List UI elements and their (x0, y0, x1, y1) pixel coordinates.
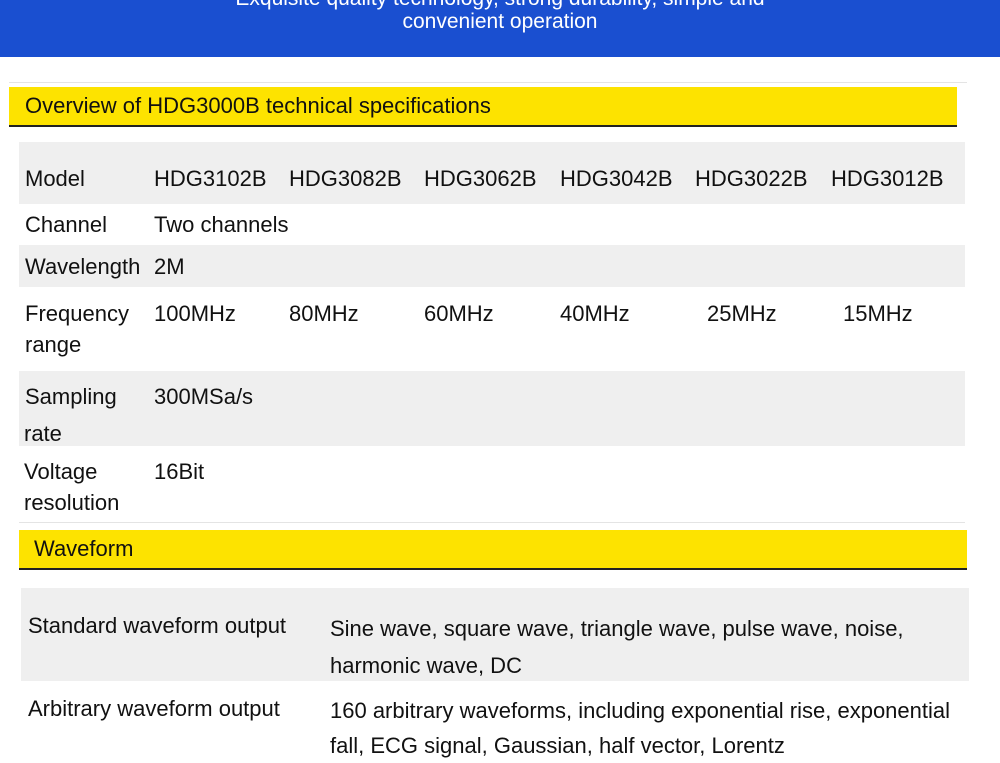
overview-heading: Overview of HDG3000B technical specifica… (9, 87, 957, 127)
header-banner: Exquisite quality technology, strong dur… (0, 0, 1000, 57)
frequency-cell: 80MHz (289, 301, 359, 326)
spec-row-channel: Channel Two channels (19, 204, 965, 245)
spec-row-sampling-rate: Sampling rate 300MSa/s (19, 371, 965, 446)
spec-label: Channel (25, 212, 107, 237)
frequency-cell: 100MHz (154, 301, 236, 326)
separator (9, 82, 967, 83)
spec-label: rate (24, 421, 62, 446)
model-cell: HDG3042B (560, 166, 673, 191)
model-cell: HDG3012B (831, 166, 944, 191)
spec-label: Frequency range (25, 301, 129, 357)
model-cell: HDG3082B (289, 166, 402, 191)
banner-line-2: convenient operation (402, 10, 598, 33)
spec-value: 16Bit (154, 459, 205, 484)
waveform-value: 160 arbitrary waveforms, including expon… (330, 698, 951, 758)
waveform-label: Standard waveform output (28, 613, 287, 638)
frequency-cell: 15MHz (843, 301, 913, 326)
spec-row-frequency: Frequency range 100MHz 80MHz 60MHz 40MHz… (19, 287, 965, 371)
spec-row-voltage-resolution: Voltage resolution 16Bit (19, 446, 965, 526)
spec-label: Wavelength (25, 254, 141, 279)
frequency-cell: 40MHz (560, 301, 630, 326)
frequency-cell: 60MHz (424, 301, 494, 326)
spec-row-wavelength: Wavelength 2M (19, 245, 965, 287)
spec-label: Sampling (25, 384, 117, 409)
model-cell: HDG3022B (695, 166, 808, 191)
waveform-label: Arbitrary waveform output (28, 696, 280, 721)
waveform-title: Waveform (34, 536, 134, 561)
spec-value: 2M (154, 254, 185, 279)
spec-row-model: Model HDG3102B HDG3082B HDG3062B HDG3042… (19, 142, 965, 204)
waveform-value: Sine wave, square wave, triangle wave, p… (330, 616, 904, 678)
spec-label: Model (25, 166, 85, 191)
model-cell: HDG3062B (424, 166, 537, 191)
separator (19, 522, 965, 523)
overview-title: Overview of HDG3000B technical specifica… (25, 93, 491, 118)
frequency-cell: 25MHz (707, 301, 777, 326)
spec-value: Two channels (154, 212, 289, 237)
spec-value: 300MSa/s (154, 384, 254, 409)
waveform-heading: Waveform (19, 530, 967, 570)
waveform-row-arbitrary: Arbitrary waveform output 160 arbitrary … (21, 681, 969, 758)
waveform-row-standard: Standard waveform output Sine wave, squa… (21, 588, 969, 681)
spec-label: Voltage resolution (24, 459, 120, 515)
model-cell: HDG3102B (154, 166, 267, 191)
